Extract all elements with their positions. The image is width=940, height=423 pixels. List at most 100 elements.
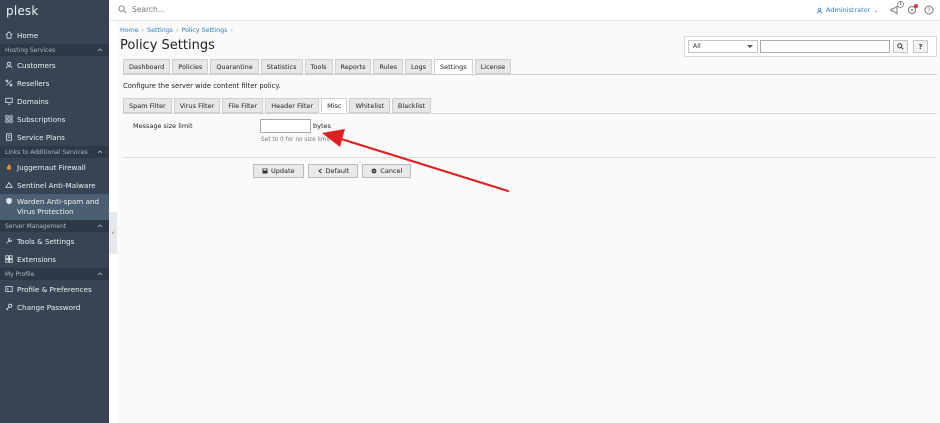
sidebar-item-customers[interactable]: Customers xyxy=(0,56,109,74)
nav-group-my-profile[interactable]: My Profile xyxy=(0,268,109,280)
breadcrumb-home[interactable]: Home xyxy=(120,27,139,34)
filter-search-button[interactable] xyxy=(893,40,908,53)
tab-tools[interactable]: Tools xyxy=(304,59,333,74)
cancel-label: Cancel xyxy=(380,167,403,175)
subtab-misc[interactable]: Misc xyxy=(321,98,348,113)
sidebar-item-home[interactable]: Home xyxy=(0,26,109,44)
sidebar-item-label: Change Password xyxy=(17,302,81,312)
sidebar-item-extensions[interactable]: Extensions xyxy=(0,250,109,268)
sidebar-item-label: Subscriptions xyxy=(17,114,66,124)
default-label: Default xyxy=(325,167,350,175)
tab-statistics[interactable]: Statistics xyxy=(260,59,303,74)
message-size-limit-input[interactable] xyxy=(260,119,311,133)
svg-text:?: ? xyxy=(927,7,930,14)
sidebar-item-label: Sentinel Anti-Malware xyxy=(17,180,96,190)
chevron-up-icon xyxy=(97,150,103,154)
sidebar-item-warden[interactable]: Warden Anti-spam and Virus Protection xyxy=(0,194,109,220)
breadcrumb-settings[interactable]: Settings xyxy=(147,27,173,34)
nav-group-hosting-services[interactable]: Hosting Services xyxy=(0,44,109,56)
sidebar-item-label: Tools & Settings xyxy=(17,236,75,246)
settings-subtabs: Spam Filter Virus Filter File Filter Hea… xyxy=(123,98,432,113)
help-button[interactable]: ? xyxy=(924,5,934,15)
notification-count: 1 xyxy=(897,1,904,8)
page-title: Policy Settings xyxy=(120,38,215,53)
help-icon: ? xyxy=(918,42,923,51)
filter-help-button[interactable]: ? xyxy=(913,40,928,53)
size-unit: bytes xyxy=(313,122,331,130)
chevron-down-icon xyxy=(747,45,753,48)
sidebar-item-tools-settings[interactable]: Tools & Settings xyxy=(0,232,109,250)
subtab-file-filter[interactable]: File Filter xyxy=(222,98,264,113)
form-buttons: Update Default Cancel xyxy=(253,164,412,178)
nav-group-server-management[interactable]: Server Management xyxy=(0,220,109,232)
subtab-blacklist[interactable]: Blacklist xyxy=(391,98,432,113)
filter-box: All ? xyxy=(684,36,937,57)
sidebar-item-label: Juggernaut Firewall xyxy=(17,162,86,172)
tab-reports[interactable]: Reports xyxy=(334,59,372,74)
user-name: Administrator xyxy=(826,6,871,14)
search-placeholder: Search... xyxy=(132,5,165,14)
chevron-up-icon xyxy=(97,224,103,228)
sidebar-item-resellers[interactable]: Resellers xyxy=(0,74,109,92)
sidebar-item-label: Customers xyxy=(17,60,56,70)
subtab-spam-filter[interactable]: Spam Filter xyxy=(123,98,172,113)
wrench-icon xyxy=(5,237,13,245)
notifications-button[interactable]: 1 xyxy=(890,1,904,15)
breadcrumb: Home › Settings › Policy Settings › xyxy=(120,27,233,34)
top-bar: Search... Administrator ⌄ 1 ? xyxy=(109,0,940,21)
suggestions-button[interactable] xyxy=(907,4,918,15)
puzzle-icon xyxy=(5,255,13,263)
nav-group-links[interactable]: Links to Additional Services xyxy=(0,146,109,158)
chevron-down-icon: ⌄ xyxy=(873,6,879,14)
update-button[interactable]: Update xyxy=(253,164,304,178)
sentinel-icon xyxy=(5,181,13,189)
home-icon xyxy=(5,31,13,39)
top-icons: 1 ? xyxy=(890,1,934,15)
main-content: Home › Settings › Policy Settings › Poli… xyxy=(117,21,940,423)
tab-quarantine[interactable]: Quarantine xyxy=(210,59,259,74)
flame-icon xyxy=(5,163,13,171)
filter-input[interactable] xyxy=(760,40,890,53)
tab-rules[interactable]: Rules xyxy=(373,59,403,74)
message-size-limit-label: Message size limit xyxy=(133,122,193,130)
sidebar-item-label: Home xyxy=(17,30,39,40)
sidebar-item-domains[interactable]: Domains xyxy=(0,92,109,110)
sidebar-item-juggernaut[interactable]: Juggernaut Firewall xyxy=(0,158,109,176)
sidebar-item-subscriptions[interactable]: Subscriptions xyxy=(0,110,109,128)
cancel-button[interactable]: Cancel xyxy=(362,164,412,178)
plesk-logo[interactable]: plesk xyxy=(0,0,109,26)
user-menu[interactable]: Administrator ⌄ xyxy=(816,6,878,14)
sidebar-item-sentinel[interactable]: Sentinel Anti-Malware xyxy=(0,176,109,194)
tab-logs[interactable]: Logs xyxy=(405,59,432,74)
tab-settings[interactable]: Settings xyxy=(434,59,473,74)
sidebar-item-profile-preferences[interactable]: Profile & Preferences xyxy=(0,280,109,298)
key-icon xyxy=(5,303,13,311)
subtab-whitelist[interactable]: Whitelist xyxy=(349,98,390,113)
tab-dashboard[interactable]: Dashboard xyxy=(123,59,171,74)
default-button[interactable]: Default xyxy=(307,164,359,178)
subtab-header-filter[interactable]: Header Filter xyxy=(265,98,320,113)
undo-icon xyxy=(317,168,322,174)
subtab-virus-filter[interactable]: Virus Filter xyxy=(173,98,221,113)
nav-group-label: My Profile xyxy=(5,270,35,278)
filter-select[interactable]: All xyxy=(688,40,758,53)
filter-select-value: All xyxy=(693,43,701,50)
form-divider xyxy=(123,157,937,158)
document-icon xyxy=(5,133,13,141)
tab-license[interactable]: License xyxy=(474,59,512,74)
sidebar-item-change-password[interactable]: Change Password xyxy=(0,298,109,316)
sidebar-item-label: Resellers xyxy=(17,78,50,88)
tab-policies[interactable]: Policies xyxy=(172,59,209,74)
cancel-icon xyxy=(371,168,377,174)
search-icon xyxy=(897,43,904,50)
sidebar-item-service-plans[interactable]: Service Plans xyxy=(0,128,109,146)
breadcrumb-separator: › xyxy=(175,27,179,34)
sidebar-item-label: Domains xyxy=(17,96,49,106)
sidebar-item-label: Extensions xyxy=(17,254,57,264)
nav-group-label: Hosting Services xyxy=(5,46,56,54)
tabs-divider xyxy=(123,74,937,75)
sidebar-collapse-handle[interactable]: ‹ xyxy=(109,212,117,254)
main-tabs: Dashboard Policies Quarantine Statistics… xyxy=(123,59,512,74)
global-search[interactable]: Search... xyxy=(118,5,165,14)
breadcrumb-policy-settings[interactable]: Policy Settings xyxy=(182,27,228,34)
